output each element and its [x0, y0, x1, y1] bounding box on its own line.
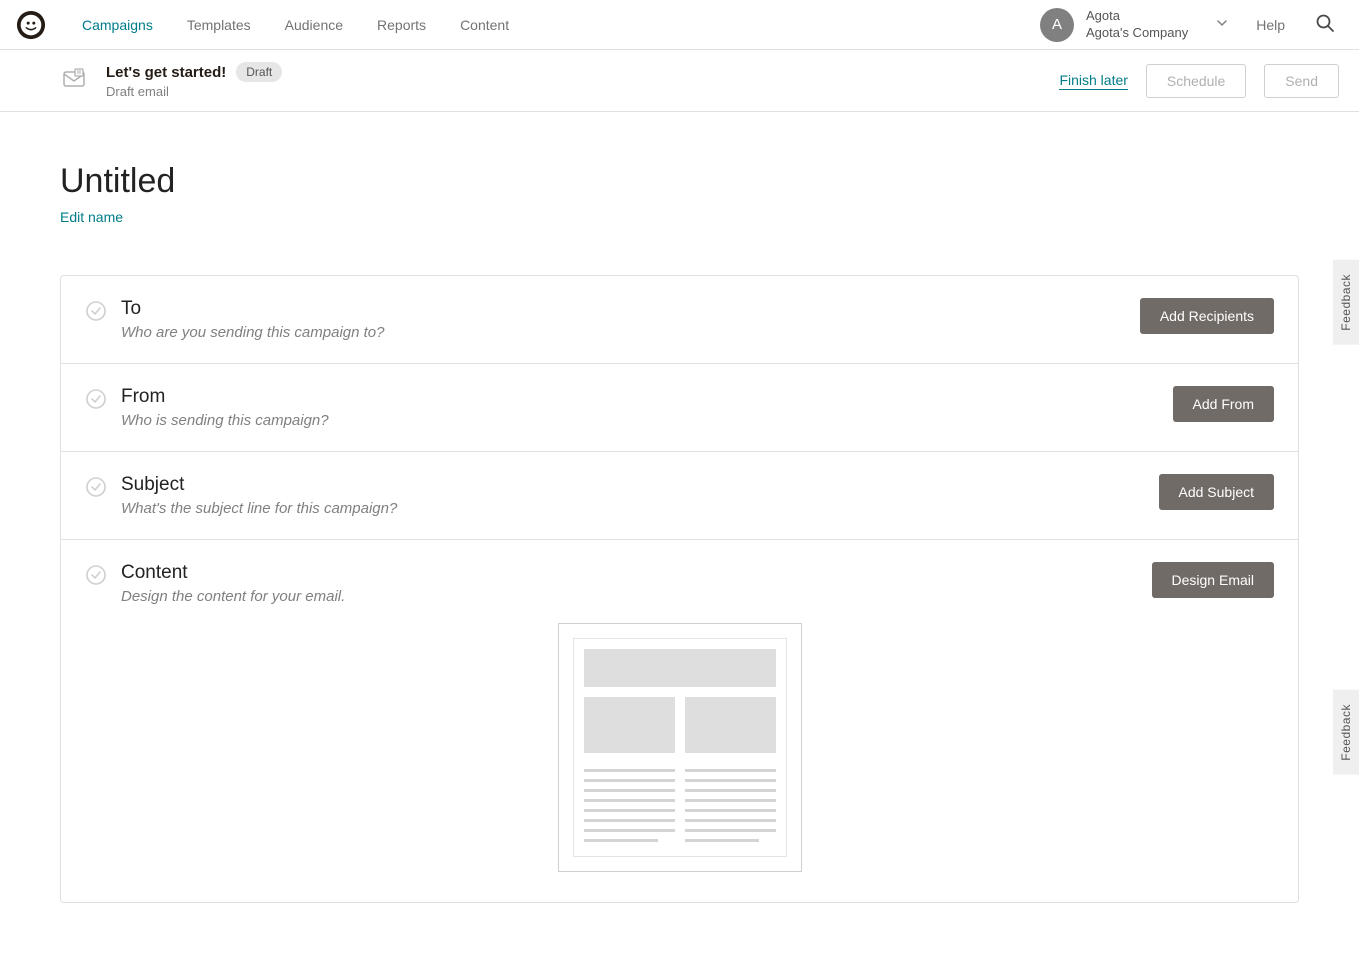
user-company: Agota's Company [1086, 25, 1188, 41]
send-button[interactable]: Send [1264, 64, 1339, 98]
add-recipients-button[interactable]: Add Recipients [1140, 298, 1274, 334]
status-badge: Draft [236, 62, 282, 82]
user-menu[interactable]: A Agota Agota's Company [1040, 8, 1228, 42]
row-title: Content [121, 562, 1152, 584]
feedback-tab[interactable]: Feedback [1333, 260, 1359, 345]
feedback-tab[interactable]: Feedback [1333, 690, 1359, 775]
user-text: Agota Agota's Company [1086, 8, 1188, 41]
mailchimp-logo[interactable] [14, 8, 48, 42]
search-button[interactable] [1311, 9, 1339, 40]
checklist-row-from: From Who is sending this campaign? Add F… [61, 364, 1298, 452]
checklist-row-subject: Subject What's the subject line for this… [61, 452, 1298, 540]
search-icon [1315, 13, 1335, 33]
add-subject-button[interactable]: Add Subject [1159, 474, 1275, 510]
checklist-row-to: To Who are you sending this campaign to?… [61, 276, 1298, 364]
nav-links: Campaigns Templates Audience Reports Con… [82, 17, 509, 33]
nav-audience[interactable]: Audience [285, 17, 343, 33]
subheader-actions: Finish later Schedule Send [1059, 64, 1339, 98]
finish-later-link[interactable]: Finish later [1059, 72, 1127, 90]
row-desc: Who are you sending this campaign to? [121, 324, 1140, 341]
row-title: From [121, 386, 1173, 408]
avatar: A [1040, 8, 1074, 42]
campaign-subtitle: Draft email [106, 84, 282, 99]
nav-reports[interactable]: Reports [377, 17, 426, 33]
user-name: Agota [1086, 8, 1188, 24]
checklist-row-content: Content Design the content for your emai… [61, 540, 1298, 902]
nav-content[interactable]: Content [460, 17, 509, 33]
page-title: Untitled [60, 162, 1299, 201]
nav-templates[interactable]: Templates [187, 17, 251, 33]
campaign-status-title: Let's get started! [106, 64, 226, 81]
envelope-icon [60, 64, 88, 97]
schedule-button[interactable]: Schedule [1146, 64, 1246, 98]
add-from-button[interactable]: Add From [1173, 386, 1274, 422]
campaign-checklist: To Who are you sending this campaign to?… [60, 275, 1299, 903]
row-title: To [121, 298, 1140, 320]
edit-name-link[interactable]: Edit name [60, 209, 123, 225]
help-link[interactable]: Help [1256, 17, 1285, 33]
email-placeholder-preview [558, 623, 802, 872]
top-nav: Campaigns Templates Audience Reports Con… [0, 0, 1359, 50]
subheader-titles: Let's get started! Draft Draft email [106, 62, 282, 99]
chevron-down-icon [1216, 16, 1228, 34]
row-desc: Who is sending this campaign? [121, 412, 1173, 429]
check-circle-icon [85, 564, 107, 586]
row-desc: Design the content for your email. [121, 588, 1152, 605]
freddie-icon [16, 10, 46, 40]
nav-campaigns[interactable]: Campaigns [82, 17, 153, 33]
campaign-subheader: Let's get started! Draft Draft email Fin… [0, 50, 1359, 112]
row-title: Subject [121, 474, 1159, 496]
row-desc: What's the subject line for this campaig… [121, 500, 1159, 517]
design-email-button[interactable]: Design Email [1152, 562, 1274, 598]
check-circle-icon [85, 476, 107, 498]
main-content: Untitled Edit name To Who are you sendin… [0, 112, 1359, 943]
check-circle-icon [85, 388, 107, 410]
check-circle-icon [85, 300, 107, 322]
